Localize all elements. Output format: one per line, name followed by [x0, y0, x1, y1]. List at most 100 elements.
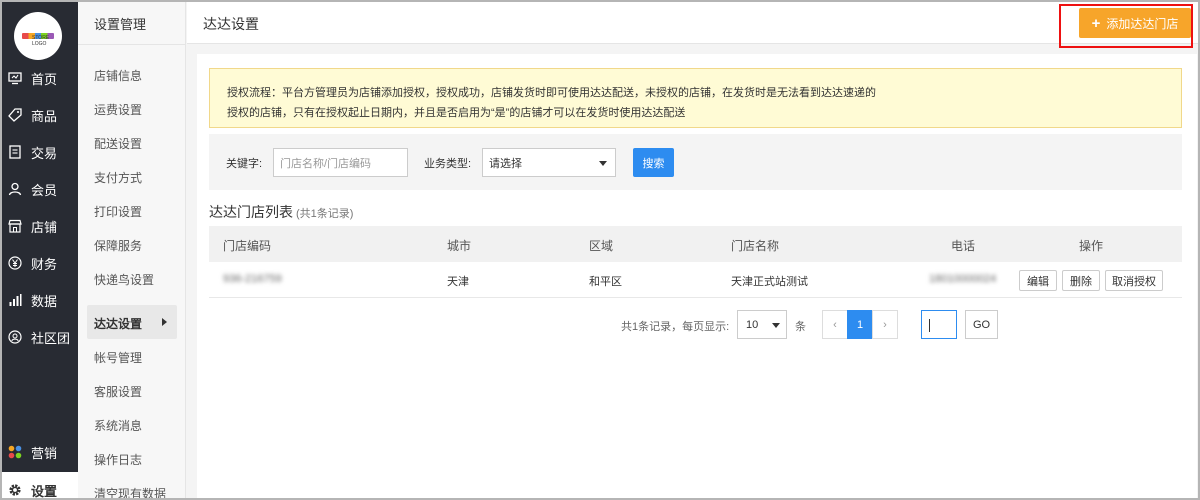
- top-bar: 达达设置 + 添加达达门店: [187, 2, 1198, 48]
- city-cell: 天津: [447, 276, 469, 288]
- list-title-text: 达达门店列表: [209, 204, 293, 220]
- nav-item-label: 设置: [31, 483, 58, 499]
- submenu-item-store-info[interactable]: 店铺信息: [94, 67, 142, 84]
- keyword-label: 关键字:: [226, 158, 263, 170]
- nav-item-label: 财务: [31, 256, 58, 272]
- user-icon: [8, 182, 22, 196]
- submenu-item-customer-service[interactable]: 客服设置: [94, 383, 142, 400]
- submenu-item-label: 达达设置: [94, 317, 143, 331]
- store-logo[interactable]: STORE LOGO: [14, 12, 62, 60]
- divider: [78, 44, 186, 45]
- tag-icon: [8, 108, 22, 122]
- page-title: 达达设置: [203, 16, 259, 32]
- community-icon: [8, 330, 22, 344]
- revoke-auth-button[interactable]: 取消授权: [1105, 270, 1163, 291]
- filter-bar: 关键字: 门店名称/门店编码 业务类型: 请选择 搜索: [209, 134, 1182, 190]
- edit-button[interactable]: 编辑: [1019, 270, 1057, 291]
- add-dada-store-button[interactable]: + 添加达达门店: [1079, 8, 1191, 38]
- document-icon: [8, 145, 22, 159]
- logo-text: STORE LOGO: [32, 35, 50, 47]
- nav-item-community[interactable]: 社区团: [2, 319, 78, 355]
- go-button[interactable]: GO: [965, 310, 998, 339]
- nav-item-marketing[interactable]: 营销: [2, 434, 78, 470]
- nav-item-label: 会员: [31, 182, 58, 198]
- store-code-cell: 936-216759: [223, 273, 282, 285]
- nav-item-finance[interactable]: 财务: [2, 245, 78, 281]
- nav-item-home[interactable]: 首页: [2, 60, 78, 96]
- table-header: 门店编码 城市 区域 门店名称 电话 操作: [209, 226, 1182, 262]
- nav-item-label: 首页: [31, 71, 58, 87]
- submenu-item-payment[interactable]: 支付方式: [94, 169, 142, 186]
- submenu-item-shipping-fee[interactable]: 运费设置: [94, 101, 142, 118]
- nav-item-data[interactable]: 数据: [2, 282, 78, 318]
- submenu-item-delivery[interactable]: 配送设置: [94, 135, 142, 152]
- nav-item-label: 商品: [31, 108, 58, 124]
- jump-page-input[interactable]: [921, 310, 957, 339]
- business-type-select[interactable]: 请选择: [482, 148, 616, 177]
- list-title: 达达门店列表 (共1条记录): [209, 202, 353, 222]
- submenu-item-accounts[interactable]: 帐号管理: [94, 349, 142, 366]
- nav-item-member[interactable]: 会员: [2, 171, 78, 207]
- settings-submenu: 设置管理 店铺信息 运费设置 配送设置 支付方式 打印设置 保障服务 快递鸟设置…: [78, 2, 186, 498]
- page-button-current[interactable]: 1: [847, 310, 873, 339]
- type-label: 业务类型:: [424, 158, 472, 170]
- column-header: 城市: [447, 239, 472, 253]
- next-page-button[interactable]: ›: [872, 310, 898, 339]
- yen-icon: [8, 256, 22, 270]
- delete-button[interactable]: 删除: [1062, 270, 1100, 291]
- nav-item-label: 社区团: [31, 330, 71, 346]
- page-size-select[interactable]: 10: [737, 310, 787, 339]
- nav-item-label: 营销: [31, 445, 58, 461]
- select-value: 请选择: [489, 157, 522, 170]
- gear-icon: [8, 483, 22, 497]
- page-size-unit: 条: [795, 321, 806, 333]
- store-icon: [8, 219, 22, 233]
- main-sidebar: STORE LOGO 首页 商品 交易 会员 店铺 财务 数据 社区团 营销 设…: [2, 2, 78, 498]
- marketing-dots-icon: [8, 445, 22, 459]
- record-count: (共1条记录): [296, 208, 354, 220]
- chevron-down-icon: [599, 161, 607, 166]
- pagination-summary: 共1条记录，每页显示:: [621, 321, 730, 333]
- submenu-item-clear-data[interactable]: 清空现有数据: [94, 485, 166, 498]
- column-header: 操作: [1079, 239, 1104, 253]
- submenu-item-system-messages[interactable]: 系统消息: [94, 417, 142, 434]
- column-header: 区域: [589, 239, 614, 253]
- submenu-item-print[interactable]: 打印设置: [94, 203, 142, 220]
- authorization-notice: 授权流程：平台方管理员为店铺添加授权，授权成功，店铺发货时即可使用达达配送，未授…: [209, 68, 1182, 128]
- pagination: 共1条记录，每页显示: 10 条 ‹ 1 › GO: [209, 308, 1182, 340]
- bar-chart-icon: [8, 293, 22, 307]
- table-row: 936-216759 天津 和平区 天津正式站测试 18010000024 编辑…: [209, 262, 1182, 298]
- prev-page-button[interactable]: ‹: [822, 310, 848, 339]
- nav-item-trade[interactable]: 交易: [2, 134, 78, 170]
- submenu-item-kdniao[interactable]: 快递鸟设置: [94, 271, 154, 288]
- column-header: 电话: [951, 239, 976, 253]
- nav-item-settings[interactable]: 设置: [2, 472, 78, 499]
- phone-cell: 18010000024: [929, 273, 997, 285]
- nav-item-label: 交易: [31, 145, 58, 161]
- monitor-icon: [8, 71, 22, 85]
- page-size-value: 10: [746, 318, 759, 331]
- caret-right-icon: [162, 318, 167, 326]
- column-header: 门店名称: [731, 239, 780, 253]
- submenu-item-dada[interactable]: 达达设置: [87, 305, 177, 339]
- nav-item-goods[interactable]: 商品: [2, 97, 78, 133]
- submenu-item-operation-log[interactable]: 操作日志: [94, 451, 142, 468]
- app-window: STORE LOGO 首页 商品 交易 会员 店铺 财务 数据 社区团 营销 设…: [0, 0, 1200, 500]
- area-cell: 和平区: [589, 276, 622, 288]
- text-cursor: [929, 319, 930, 332]
- nav-item-store[interactable]: 店铺: [2, 208, 78, 244]
- chevron-down-icon: [772, 323, 780, 328]
- main-content: 授权流程：平台方管理员为店铺添加授权，授权成功，店铺发货时即可使用达达配送，未授…: [197, 54, 1197, 498]
- nav-item-label: 店铺: [31, 219, 58, 235]
- keyword-input[interactable]: 门店名称/门店编码: [273, 148, 408, 177]
- keyword-placeholder: 门店名称/门店编码: [280, 157, 372, 170]
- nav-item-label: 数据: [31, 293, 58, 309]
- notice-line: 授权流程：平台方管理员为店铺添加授权，授权成功，店铺发货时即可使用达达配送，未授…: [227, 87, 876, 99]
- submenu-item-guarantee[interactable]: 保障服务: [94, 237, 142, 254]
- submenu-title: 设置管理: [94, 17, 147, 32]
- add-button-label: 添加达达门店: [1106, 16, 1179, 31]
- store-name-cell: 天津正式站测试: [731, 276, 808, 288]
- search-button[interactable]: 搜索: [633, 148, 674, 177]
- plus-icon: +: [1091, 14, 1101, 32]
- column-header: 门店编码: [223, 239, 272, 253]
